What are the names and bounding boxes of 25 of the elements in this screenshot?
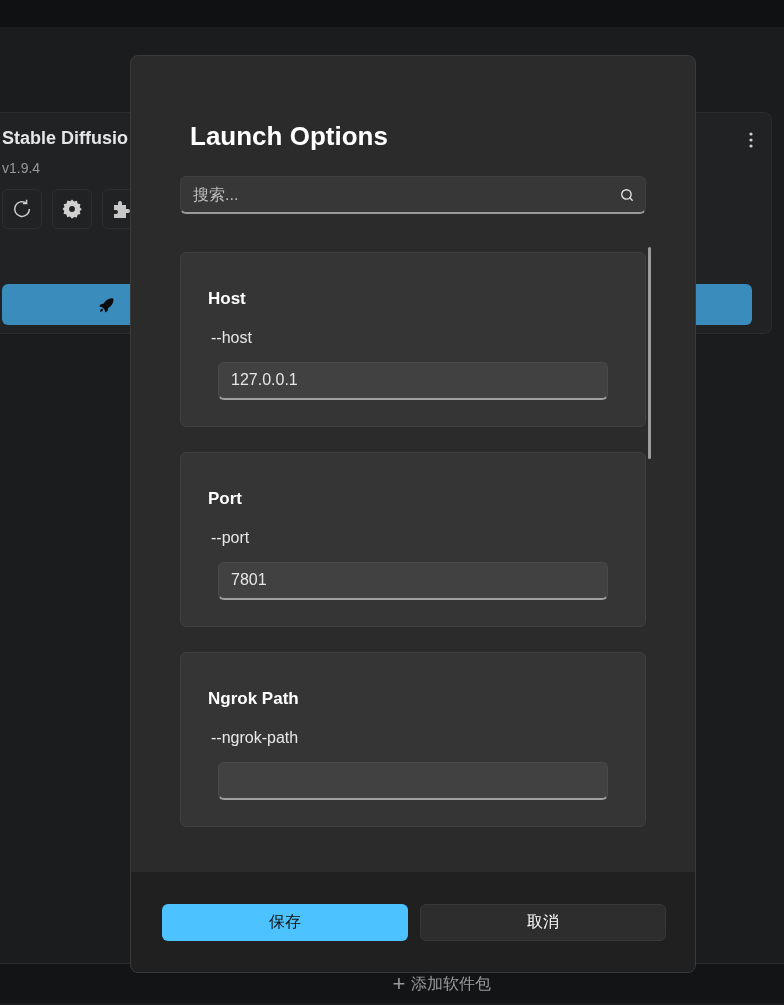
cancel-button[interactable]: 取消 xyxy=(420,903,666,941)
search-icon xyxy=(620,188,634,202)
package-version: v1.9.4 xyxy=(1,159,41,178)
option-flag-label: --port xyxy=(211,527,250,548)
option-label: Ngrok Path xyxy=(208,688,299,710)
option-flag-label: --ngrok-path xyxy=(211,727,299,748)
option-label: Port xyxy=(208,488,242,510)
refresh-button[interactable] xyxy=(2,189,42,229)
dialog-title: Launch Options xyxy=(189,120,388,153)
option-flag-label: --host xyxy=(211,327,252,348)
rocket-icon xyxy=(97,295,115,314)
settings-icon xyxy=(61,198,83,220)
settings-button[interactable] xyxy=(52,189,92,229)
more-options-icon[interactable] xyxy=(749,132,753,148)
package-title: Stable Diffusio xyxy=(1,127,128,150)
scrollbar[interactable] xyxy=(648,247,651,459)
option-input[interactable]: 7801 xyxy=(218,561,608,600)
option-input[interactable]: 127.0.0.1 xyxy=(218,361,608,400)
plus-icon: + xyxy=(392,972,406,995)
refresh-icon xyxy=(11,198,33,220)
search-field[interactable]: 搜索... xyxy=(180,176,646,214)
save-button[interactable]: 保存 xyxy=(162,903,408,941)
option-input[interactable] xyxy=(218,761,608,800)
add-package-link[interactable]: 添加软件包 xyxy=(411,971,492,996)
option-label: Host xyxy=(208,288,246,310)
